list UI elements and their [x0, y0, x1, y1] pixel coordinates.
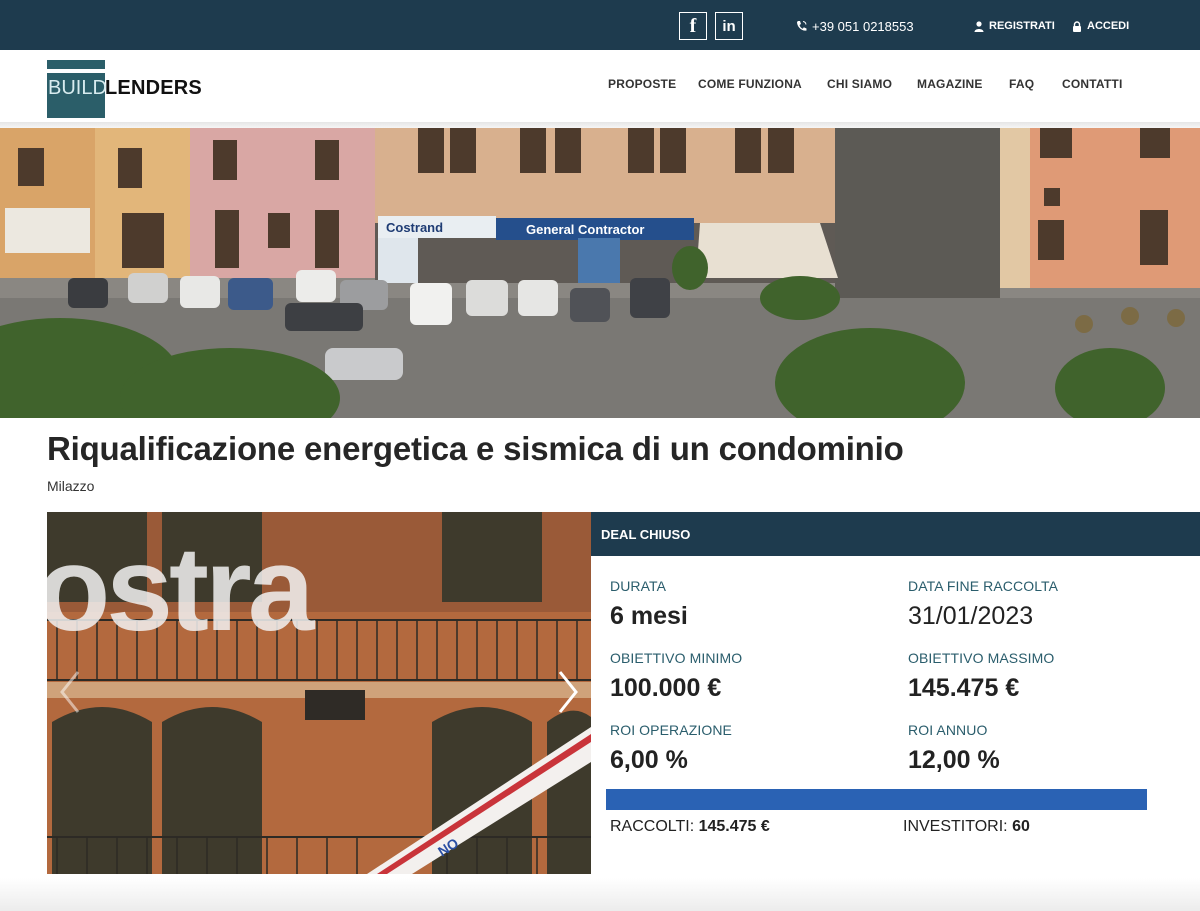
roi-annuo-label: ROI ANNUO — [908, 722, 988, 738]
obiettivo-massimo-value: 145.475 € — [908, 674, 1020, 702]
nav-proposte[interactable]: PROPOSTE — [608, 77, 676, 91]
durata-label: DURATA — [610, 578, 667, 594]
carousel-prev-arrow-icon[interactable] — [58, 668, 82, 716]
roi-operazione-value: 6,00 % — [610, 746, 688, 774]
hero-sign-costrand: Costrand — [386, 220, 443, 235]
raccolti-stat: RACCOLTI: 145.475 € — [610, 818, 770, 836]
nav-chi-siamo[interactable]: CHI SIAMO — [827, 77, 892, 91]
linkedin-glyph: in — [722, 17, 736, 35]
carousel-overlay-text: ostra — [47, 522, 316, 656]
carousel-image: ostra NO — [47, 512, 591, 874]
investitori-stat: INVESTITORI: 60 — [903, 818, 1030, 836]
lock-icon — [1073, 20, 1081, 32]
nav-magazine[interactable]: MAGAZINE — [917, 77, 983, 91]
funding-progress-bar — [606, 789, 1147, 810]
facebook-icon[interactable]: f — [679, 12, 707, 40]
investitori-value: 60 — [1012, 818, 1030, 835]
deal-status: DEAL CHIUSO — [601, 527, 691, 542]
deal-status-header: DEAL CHIUSO — [591, 512, 1200, 556]
linkedin-icon[interactable]: in — [715, 12, 743, 40]
obiettivo-minimo-value: 100.000 € — [610, 674, 722, 702]
logo-text-build: BUILD — [48, 77, 107, 99]
facebook-glyph: f — [689, 14, 697, 37]
durata-value: 6 mesi — [610, 602, 688, 630]
buildlenders-logo[interactable]: BUILD LENDERS — [47, 60, 207, 118]
login-label: ACCEDI — [1087, 20, 1130, 32]
register-link[interactable]: REGISTRATI — [974, 18, 1055, 34]
roi-annuo-value: 12,00 % — [908, 746, 1000, 774]
raccolti-value: 145.475 € — [698, 818, 770, 835]
roi-operazione-label: ROI OPERAZIONE — [610, 722, 732, 738]
top-bar: f in +39 051 0218553 REGISTRATI ACCEDI — [0, 0, 1200, 50]
logo-text-lenders: LENDERS — [105, 77, 202, 99]
login-link[interactable]: ACCEDI — [1072, 18, 1129, 34]
nav-contatti[interactable]: CONTATTI — [1062, 77, 1122, 91]
funding-progress-fill — [606, 789, 1147, 810]
investitori-label: INVESTITORI: — [903, 818, 1008, 835]
project-image-carousel[interactable]: ostra NO — [47, 512, 591, 874]
data-fine-label: DATA FINE RACCOLTA — [908, 578, 1059, 594]
obiettivo-massimo-label: OBIETTIVO MASSIMO — [908, 650, 1055, 666]
carousel-next-arrow-icon[interactable] — [556, 668, 580, 716]
obiettivo-minimo-label: OBIETTIVO MINIMO — [610, 650, 743, 666]
main-header: BUILD LENDERS PROPOSTE COME FUNZIONA CHI… — [0, 50, 1200, 124]
register-label: REGISTRATI — [989, 20, 1055, 32]
page-title: Riqualificazione energetica e sismica di… — [47, 430, 904, 467]
hero-image: Costrand General Contractor — [0, 128, 1200, 418]
hero-sign-general-contractor: General Contractor — [526, 222, 644, 237]
nav-faq[interactable]: FAQ — [1009, 77, 1034, 91]
user-icon — [974, 20, 984, 32]
phone-link[interactable]: +39 051 0218553 — [796, 18, 914, 34]
hero-scene: Costrand General Contractor — [0, 128, 1200, 418]
page-bottom-fade — [0, 878, 1200, 911]
project-location: Milazzo — [47, 478, 95, 494]
data-fine-value: 31/01/2023 — [908, 602, 1034, 630]
phone-number: +39 051 0218553 — [812, 18, 914, 34]
logo-bar — [47, 60, 105, 69]
phone-icon — [797, 21, 807, 31]
raccolti-label: RACCOLTI: — [610, 818, 695, 835]
nav-come-funziona[interactable]: COME FUNZIONA — [698, 77, 802, 91]
